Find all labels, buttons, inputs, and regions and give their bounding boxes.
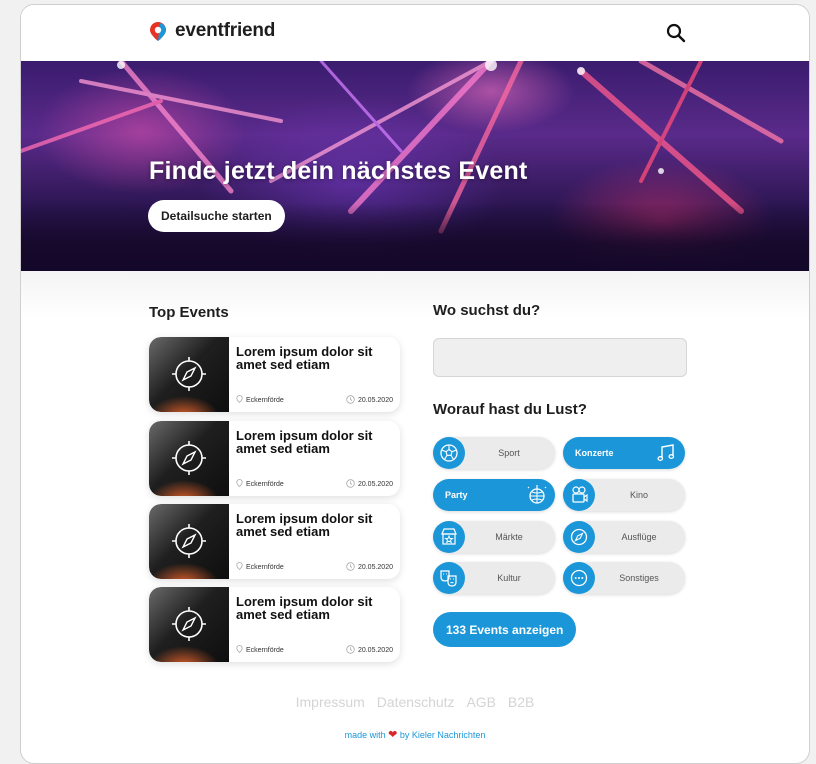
event-title: Lorem ipsum dolor sit amet sed etiam [236, 344, 373, 372]
category-ausflüge[interactable]: Ausflüge [563, 521, 685, 553]
top-events-heading: Top Events [149, 304, 229, 321]
category-sonstiges[interactable]: Sonstiges [563, 562, 685, 594]
event-meta: Eckernförde 20.05.2020 [236, 479, 393, 491]
where-heading: Wo suchst du? [433, 302, 541, 319]
category-märkte[interactable]: Märkte [433, 521, 555, 553]
clock-icon [346, 395, 355, 406]
hero-banner: Finde jetzt dein nächstes Event Detailsu… [21, 61, 809, 273]
event-card[interactable]: Lorem ipsum dolor sit amet sed etiam Ecke… [149, 421, 400, 496]
show-events-button[interactable]: 133 Events anzeigen [433, 612, 577, 647]
event-location: Eckernförde [246, 646, 284, 654]
logo[interactable]: eventfriend [147, 20, 275, 42]
made-with-credit: made with ❤ by Kieler Nachrichten [21, 728, 809, 741]
event-location: Eckernförde [246, 563, 284, 571]
event-date: 20.05.2020 [357, 397, 393, 404]
event-title: Lorem ipsum dolor sit amet sed etiam [236, 594, 373, 622]
film-camera-icon [563, 479, 595, 511]
category-kino[interactable]: Kino [563, 479, 685, 511]
event-location: Eckernförde [246, 480, 284, 488]
category-label: Sonstiges [619, 573, 659, 583]
clock-icon [346, 562, 355, 573]
market-stall-icon [433, 521, 465, 553]
event-card[interactable]: Lorem ipsum dolor sit amet sed etiam Ecke… [149, 337, 400, 412]
category-label: Konzerte [575, 448, 614, 458]
football-icon [433, 437, 465, 469]
footer-link-datenschutz[interactable]: Datenschutz [377, 694, 455, 710]
location-pin-icon [236, 645, 243, 655]
location-pin-icon [236, 395, 243, 405]
footer-links: Impressum Datenschutz AGB B2B [21, 694, 809, 710]
category-konzerte[interactable]: Konzerte [563, 437, 685, 469]
brand-name: eventfriend [175, 20, 276, 41]
category-kultur[interactable]: Kultur [433, 562, 555, 594]
hero-title: Finde jetzt dein nächstes Event [149, 157, 528, 185]
location-pin-icon [236, 479, 243, 489]
event-title: Lorem ipsum dolor sit amet sed etiam [236, 428, 373, 456]
clock-icon [346, 479, 355, 490]
footer-link-agb[interactable]: AGB [466, 694, 496, 710]
event-date: 20.05.2020 [357, 564, 393, 571]
compass-icon [563, 521, 595, 553]
event-meta: Eckernförde 20.05.2020 [236, 395, 393, 407]
categories-heading: Worauf hast du Lust? [433, 401, 587, 418]
location-pin-icon [236, 562, 243, 572]
event-image [149, 587, 229, 662]
event-card[interactable]: Lorem ipsum dolor sit amet sed etiam Ecke… [149, 587, 400, 662]
footer-link-impressum[interactable]: Impressum [296, 694, 365, 710]
heart-icon: ❤ [388, 729, 398, 741]
theater-masks-icon [433, 562, 465, 594]
event-image [149, 421, 229, 496]
made-prefix: made with [344, 730, 386, 740]
event-card[interactable]: Lorem ipsum dolor sit amet sed etiam Ecke… [149, 504, 400, 579]
category-party[interactable]: Party [433, 479, 555, 511]
location-input[interactable] [433, 338, 687, 377]
category-label: Party [445, 490, 468, 500]
category-label: Kino [629, 490, 648, 500]
made-suffix: by Kieler Nachrichten [399, 730, 486, 740]
category-label: Sport [498, 448, 520, 458]
event-date: 20.05.2020 [357, 481, 393, 488]
event-image [149, 337, 229, 412]
category-label: Kultur [497, 573, 521, 583]
category-label: Märkte [495, 532, 523, 542]
category-sport[interactable]: Sport [433, 437, 555, 469]
search-icon[interactable] [665, 22, 687, 44]
event-date: 20.05.2020 [357, 647, 393, 654]
detail-search-button[interactable]: Detailsuche starten [148, 200, 285, 232]
footer-link-b2b[interactable]: B2B [508, 694, 534, 710]
event-location: Eckernförde [246, 396, 284, 404]
more-icon [563, 562, 595, 594]
event-image [149, 504, 229, 579]
header: eventfriend [21, 5, 809, 61]
event-meta: Eckernförde 20.05.2020 [236, 645, 393, 657]
category-label: Ausflüge [621, 532, 657, 542]
event-title: Lorem ipsum dolor sit amet sed etiam [236, 511, 373, 539]
location-pin-logo-icon [150, 22, 166, 41]
crowd-silhouette [21, 203, 809, 273]
hero-fade [21, 271, 809, 321]
page-frame: eventfriend Finde jetzt dein nächstes Ev… [20, 4, 810, 764]
clock-icon [346, 645, 355, 656]
event-meta: Eckernförde 20.05.2020 [236, 562, 393, 574]
